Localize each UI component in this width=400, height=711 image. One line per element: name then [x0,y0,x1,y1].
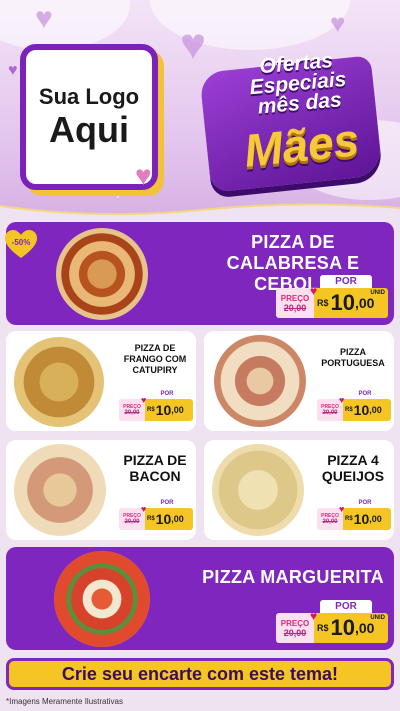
price-old-block: PREÇO 20,00 [276,288,314,318]
currency-label: R$ [317,623,329,633]
price-tag: POR PREÇO 20,00 R$ 10 ,00 ♥ [317,498,391,532]
price-box: PREÇO 20,00 R$ 10 ,00 UNID [276,613,388,643]
price-new-block: R$ 10 ,00 [343,399,391,421]
product-card[interactable]: PIZZA PORTUGUESA POR PREÇO 20,00 R$ 10 ,… [204,331,394,431]
pizza-image [14,444,106,536]
pizza-image [56,228,148,320]
heart-icon: ♥ [35,2,53,35]
currency-label: R$ [345,407,353,413]
product-card[interactable]: PIZZA 4 QUEIJOS POR PREÇO 20,00 R$ 10 ,0… [204,440,394,540]
pizza-image [14,337,104,427]
price-por-label: POR [160,500,174,506]
price-new-block: R$ 10 ,00 UNID [314,613,388,643]
product-name: PIZZA DE FRANGO COM CATUPIRY [123,343,187,375]
currency-label: R$ [345,516,353,522]
price-tag: POR PREÇO 20,00 R$ 10 ,00 ♥ [317,389,391,423]
heart-icon: ♥ [339,504,345,514]
product-name: PIZZA MARGUERITA [202,567,384,587]
heart-icon: ♥ [330,8,346,38]
currency-label: R$ [147,407,155,413]
pizza-image [214,335,306,427]
heart-icon: ♥ [310,284,318,298]
price-por-label: POR [320,600,372,613]
heart-icon: ♥ [339,395,345,405]
currency-label: R$ [147,516,155,522]
pizza-image [54,551,150,647]
product-card[interactable]: PIZZA DE CALABRESA E CEBOLA POR PREÇO 20… [6,222,394,325]
price-decimal: ,00 [369,514,382,524]
hero-banner: ♥ ♥ ♥ ♥ ♥ ✦ Sua Logo Aqui ♥ Ofertas Espe… [0,0,400,215]
price-box: PREÇO 20,00 R$ 10 ,00 UNID [276,288,388,318]
old-price: 20,00 [283,302,307,313]
price-decimal: ,00 [355,295,375,311]
price-por-label: POR [358,391,372,397]
price-por-label: POR [358,500,372,506]
price-integer: 10 [155,511,172,527]
price-box: PREÇO 20,00 R$ 10 ,00 [317,508,391,530]
price-new-block: R$ 10 ,00 [145,399,193,421]
product-name: PIZZA PORTUGUESA [321,347,385,368]
product-card[interactable]: PIZZA MARGUERITA POR PREÇO 20,00 R$ 10 ,… [6,547,394,650]
currency-label: R$ [317,298,329,308]
heart-icon: ♥ [180,20,207,69]
old-price: 20,00 [322,519,338,525]
heart-icon: ♥ [141,395,147,405]
price-decimal: ,00 [171,405,184,415]
cloud-decoration [0,0,130,50]
price-tag: POR PREÇO 20,00 R$ 10 ,00 ♥ [119,498,193,532]
price-tag: POR PREÇO 20,00 R$ 10 ,00 ♥ [119,389,193,423]
logo-text-line2: Aqui [49,109,129,150]
pizza-image [212,444,304,536]
price-integer: 10 [353,511,370,527]
unit-label: UNID [370,615,385,621]
footer-note: *Imagens Meramente Ilustrativas [6,697,123,706]
old-price: 20,00 [322,410,338,416]
price-box: PREÇO 20,00 R$ 10 ,00 [119,508,193,530]
price-por-label: POR [320,275,372,288]
price-integer: 10 [353,402,370,418]
price-por-label: POR [160,391,174,397]
price-label: PREÇO [280,618,310,628]
product-name: PIZZA DE BACON [123,452,187,484]
heart-icon: ♥ [310,609,318,623]
price-decimal: ,00 [369,405,382,415]
old-price: 20,00 [124,410,140,416]
wave-divider [0,203,400,222]
heart-icon: ♥ [135,160,152,191]
price-decimal: ,00 [355,620,375,636]
price-new-block: R$ 10 ,00 [343,508,391,530]
campaign-badge: Ofertas Especiais mês das Mães [199,49,383,197]
price-new-block: R$ 10 ,00 [145,508,193,530]
price-integer: 10 [330,615,355,640]
logo-text-line1: Sua Logo [38,84,140,109]
discount-heart-badge: -50% [5,230,37,258]
price-box: PREÇO 20,00 R$ 10 ,00 [317,399,391,421]
price-box: PREÇO 20,00 R$ 10 ,00 [119,399,193,421]
product-card[interactable]: PIZZA DE FRANGO COM CATUPIRY POR PREÇO 2… [6,331,196,431]
old-price: 20,00 [283,627,307,638]
product-name: PIZZA 4 QUEIJOS [321,452,385,484]
price-integer: 10 [330,290,355,315]
unit-label: UNID [370,290,385,296]
cta-button[interactable]: Crie seu encarte com este tema! [6,658,394,690]
price-decimal: ,00 [171,514,184,524]
discount-text: -50% [12,238,31,247]
heart-icon: ♥ [141,504,147,514]
old-price: 20,00 [124,519,140,525]
product-card[interactable]: PIZZA DE BACON POR PREÇO 20,00 R$ 10 ,00… [6,440,196,540]
price-label: PREÇO [280,293,310,303]
price-old-block: PREÇO 20,00 [276,613,314,643]
price-integer: 10 [155,402,172,418]
heart-icon: ♥ [8,62,18,79]
price-tag: POR PREÇO 20,00 R$ 10 ,00 UNID ♥ [276,600,388,646]
price-new-block: R$ 10 ,00 UNID [314,288,388,318]
price-tag: POR PREÇO 20,00 R$ 10 ,00 UNID ♥ [276,275,388,321]
